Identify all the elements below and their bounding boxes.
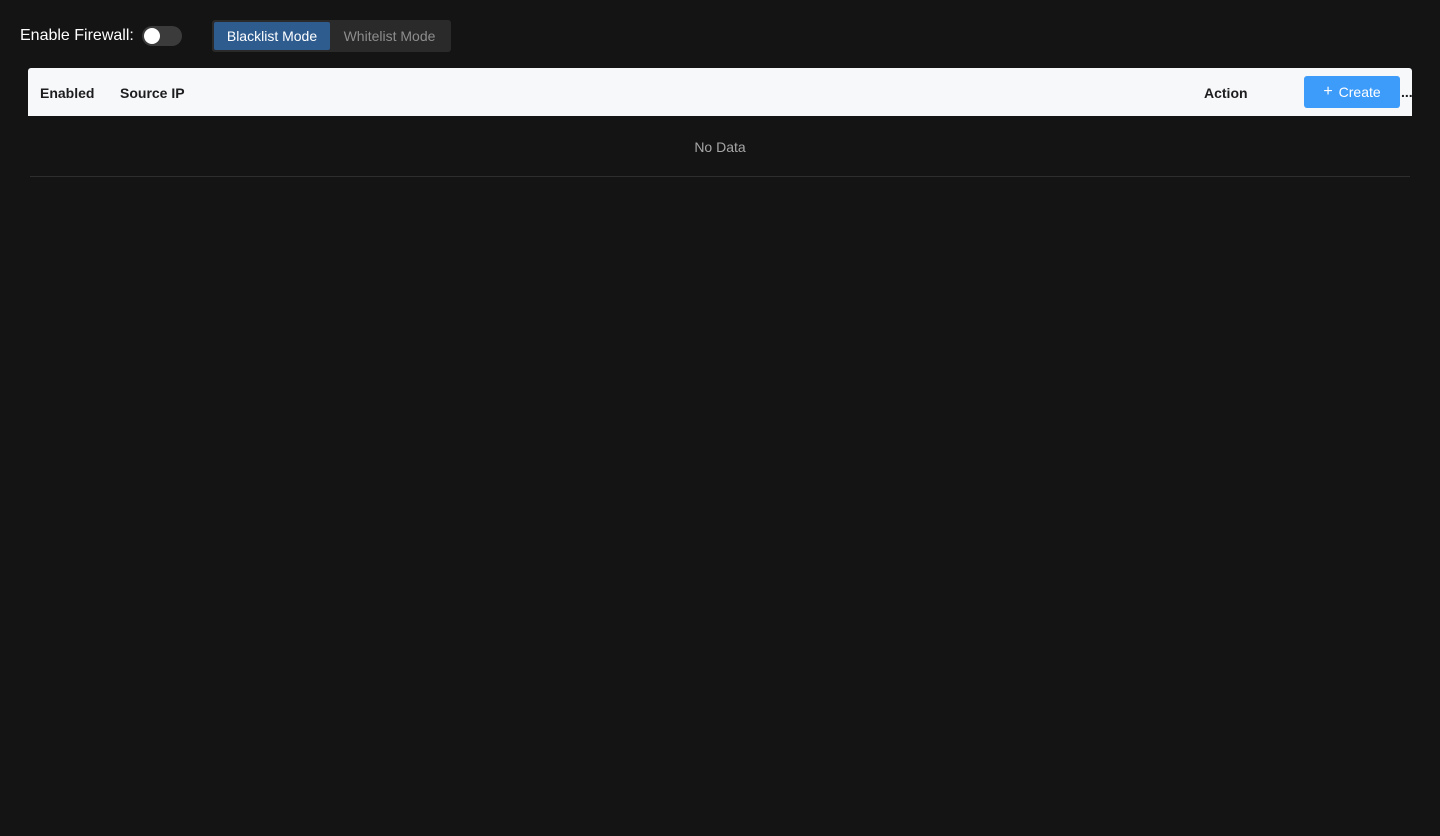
create-button[interactable]: + Create [1304,76,1400,108]
firewall-toggle[interactable] [141,26,182,46]
toggle-knob [143,28,160,44]
empty-state-text: No Data [694,139,746,155]
firewall-toolbar: Enable Firewall: [20,20,182,52]
create-button-label: Create [1338,84,1381,100]
table-header: Enabled Source IP Action + Create ... [28,68,1413,116]
column-header-source-ip: Source IP [120,85,185,101]
plus-icon: + [1323,83,1333,100]
firewall-label: Enable Firewall: [20,27,134,44]
column-header-action: Action [1204,85,1248,101]
column-header-enabled: Enabled [40,85,95,101]
firewall-rules-table: Enabled Source IP Action + Create ... No… [28,68,1413,177]
blacklist-mode-tab[interactable]: Blacklist Mode [214,22,330,50]
whitelist-mode-tab[interactable]: Whitelist Mode [330,22,449,50]
more-columns-icon[interactable]: ... [1401,68,1413,116]
table-body: No Data [30,116,1410,177]
mode-switch: Blacklist Mode Whitelist Mode [212,20,451,52]
